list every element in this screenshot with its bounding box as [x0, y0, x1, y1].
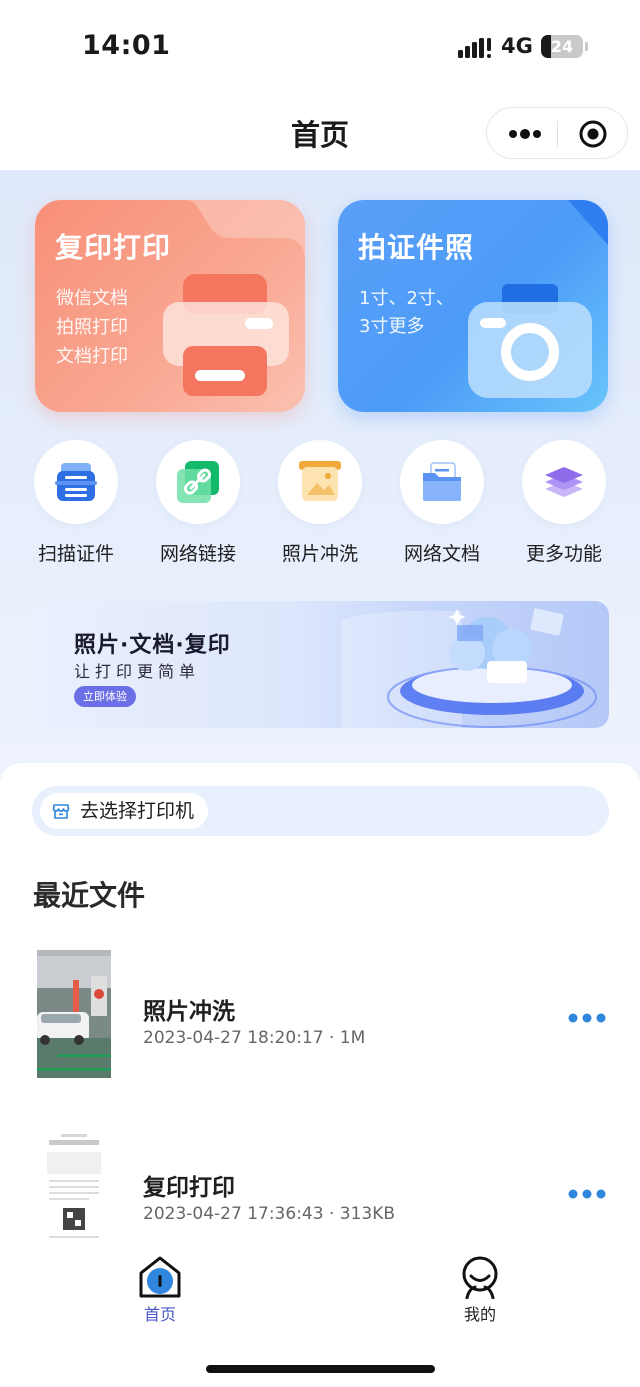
- home-icon: [139, 1256, 181, 1298]
- recent-files-title: 最近文件: [33, 879, 146, 912]
- signal-icon: [458, 38, 491, 58]
- tab-label: 首页: [143, 1305, 176, 1324]
- document-thumbnail: [37, 1126, 111, 1246]
- web-document-icon-circle: [400, 440, 484, 524]
- scan-id-icon-circle: [34, 440, 118, 524]
- camera-icon: [468, 284, 592, 398]
- card-title: 拍证件照: [358, 231, 475, 264]
- battery-cap: [585, 42, 588, 51]
- network-type: 4G: [501, 34, 533, 58]
- scanner-icon: [55, 463, 97, 501]
- file-meta: 2023-04-27 17:36:43 · 313KB: [143, 1204, 396, 1224]
- more-dots-icon[interactable]: [566, 1008, 608, 1028]
- promo-banner[interactable]: 照片·文档·复印 让打印更简单 立即体验: [32, 601, 609, 728]
- file-thumbnail: [37, 950, 111, 1078]
- photo-print-icon-circle: [278, 440, 362, 524]
- function-label: 扫描证件: [37, 543, 114, 565]
- card-line: 微信文档: [56, 288, 128, 309]
- card-line: 1寸、2寸、: [359, 288, 454, 309]
- status-time: 14:01: [82, 30, 171, 61]
- layers-icon: [545, 467, 583, 497]
- more-dots-icon[interactable]: [566, 1184, 608, 1204]
- tab-profile[interactable]: 我的: [435, 1255, 525, 1325]
- file-meta: 2023-04-27 18:20:17 · 1M: [143, 1028, 366, 1048]
- target-circle-icon[interactable]: [579, 120, 607, 148]
- function-label: 网络文档: [403, 543, 480, 565]
- more-dots-icon[interactable]: [505, 122, 545, 146]
- tab-home[interactable]: 首页: [115, 1255, 205, 1325]
- try-now-button[interactable]: 立即体验: [74, 686, 136, 707]
- more-functions-button[interactable]: 更多功能: [514, 440, 614, 566]
- card-title: 复印打印: [55, 231, 172, 264]
- file-thumbnail: [37, 1126, 111, 1246]
- capsule-divider: [557, 121, 558, 147]
- list-item[interactable]: 复印打印 2023-04-27 17:36:43 · 313KB: [0, 1126, 640, 1246]
- photo-icon: [299, 461, 341, 501]
- cloud-printer-illustration: [342, 608, 597, 728]
- battery-level: 24: [550, 37, 574, 56]
- function-label: 网络链接: [159, 543, 236, 565]
- id-photo-card[interactable]: 拍证件照 1寸、2寸、 3寸更多: [338, 200, 608, 412]
- card-line: 3寸更多: [359, 316, 425, 337]
- file-name: 照片冲洗: [143, 999, 235, 1025]
- scan-id-button[interactable]: 扫描证件: [26, 440, 126, 566]
- store-icon: [52, 804, 70, 819]
- select-printer-label: 去选择打印机: [80, 800, 195, 822]
- list-item[interactable]: 照片冲洗 2023-04-27 18:20:17 · 1M: [0, 950, 640, 1078]
- function-label: 更多功能: [525, 543, 602, 565]
- web-document-button[interactable]: 网络文档: [392, 440, 492, 566]
- tab-label: 我的: [463, 1305, 496, 1324]
- link-icon: [177, 461, 219, 503]
- printer-icon: [163, 274, 289, 396]
- home-indicator: [206, 1365, 435, 1373]
- photo-print-button[interactable]: 照片冲洗: [270, 440, 370, 566]
- banner-subtitle: 让打印更简单: [74, 662, 201, 681]
- copy-print-card[interactable]: 复印打印 微信文档 拍照打印 文档打印: [35, 200, 305, 412]
- select-printer-button[interactable]: 去选择打印机: [40, 793, 209, 829]
- profile-icon: [462, 1256, 498, 1299]
- status-bar: 14:01 4G 24: [0, 0, 640, 95]
- web-link-icon-circle: [156, 440, 240, 524]
- card-line: 文档打印: [56, 346, 128, 367]
- battery-icon: 24: [541, 35, 583, 58]
- folder-icon: [423, 462, 461, 501]
- file-name: 复印打印: [143, 1175, 235, 1201]
- function-label: 照片冲洗: [281, 543, 358, 565]
- more-functions-icon-circle: [522, 440, 606, 524]
- parking-photo-thumbnail: [37, 950, 111, 1078]
- web-link-button[interactable]: 网络链接: [148, 440, 248, 566]
- card-line: 拍照打印: [56, 317, 128, 338]
- mini-program-capsule: [486, 107, 628, 159]
- banner-title: 照片·文档·复印: [74, 633, 231, 658]
